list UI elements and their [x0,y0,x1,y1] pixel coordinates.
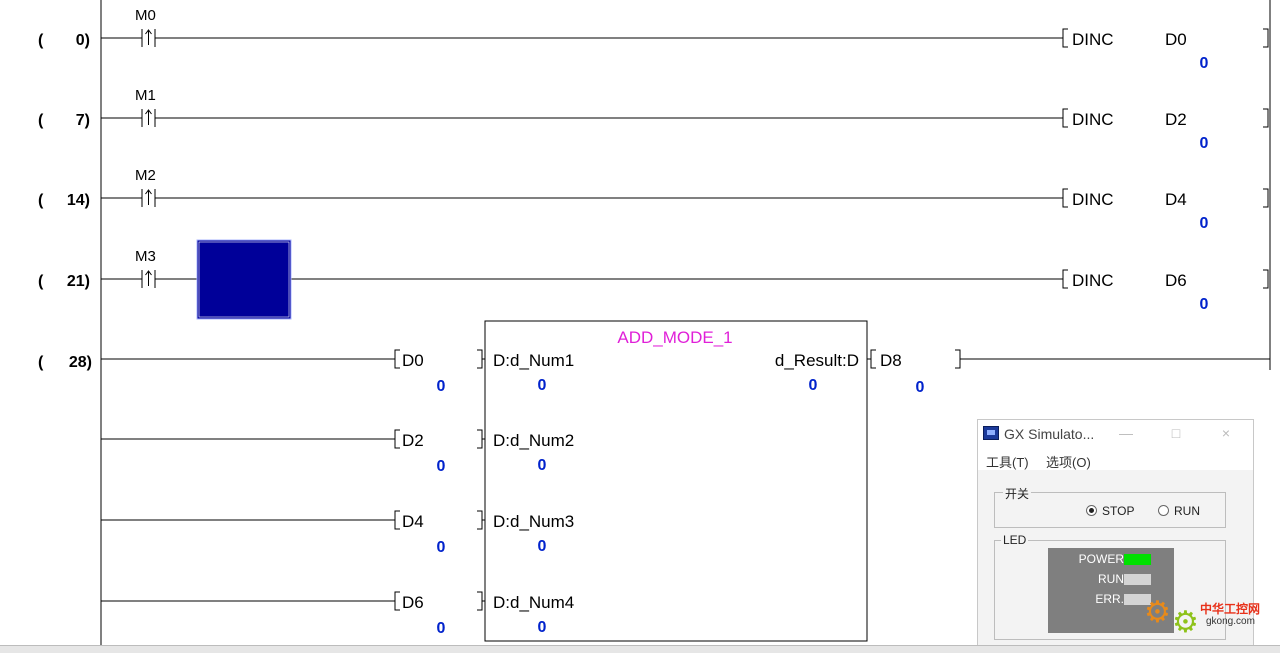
stop-radio[interactable]: STOP [1086,504,1134,518]
simulator-menubar: 工具(T) 选项(O) [978,448,1253,470]
output-value: 0 [916,379,925,396]
contact-label: M2 [135,167,156,184]
simulator-app-icon [983,426,999,440]
watermark: ⚙ ⚙ 中华工控网 gkong.com [1140,592,1270,642]
run-radio-label: RUN [1174,504,1200,518]
led-err-label: ERR. [1095,592,1124,606]
instruction-open-bracket [1062,108,1068,128]
output-device: D8 [880,351,902,370]
function-block[interactable]: ADD_MODE_1 D:d_Num1 0 D:d_Num2 0 D:d_Num… [484,320,868,642]
minimize-button[interactable]: — [1114,423,1138,443]
rising-edge-contact[interactable] [141,189,156,207]
step-open-paren: ( [38,112,44,129]
fb-input-d4[interactable]: D4 0 [394,510,485,556]
device-label: D0 [1165,30,1187,49]
fb-pin-value: 0 [538,377,547,394]
fb-pin-value: 0 [538,457,547,474]
fb-input-d0[interactable]: D0 0 [394,349,485,395]
instruction-label: DINC [1072,30,1114,49]
simulator-titlebar[interactable]: GX Simulato... — □ × [978,420,1253,448]
green-gear-icon: ⚙ [1172,606,1199,639]
menu-tools[interactable]: 工具(T) [986,452,1029,471]
horizontal-scrollbar[interactable] [0,645,1280,653]
stop-radio-indicator[interactable] [1086,505,1097,516]
fb-pin-label: D:d_Num4 [493,593,574,612]
step-open-paren: ( [38,192,44,209]
step-number: 28) [69,354,92,371]
input-device: D4 [402,512,424,531]
watermark-url: gkong.com [1206,616,1255,627]
fb-instance-name: ADD_MODE_1 [617,328,732,347]
rung-14[interactable]: ( 14) M2 DINC D4 0 [38,167,1269,232]
fb-input-d6[interactable]: D6 0 [394,591,485,637]
watermark-text: 中华工控网 [1200,602,1261,616]
step-number: 21) [67,273,90,290]
input-value: 0 [437,458,446,475]
instruction-close-bracket [1263,108,1269,128]
instruction-close-bracket [1263,188,1269,208]
led-group-label: LED [1001,533,1029,547]
fb-pin-label: D:d_Num1 [493,351,574,370]
editor-cursor[interactable] [196,239,292,320]
close-button[interactable]: × [1214,423,1238,443]
input-value: 0 [437,620,446,637]
fb-output-pin-value: 0 [809,377,818,394]
stop-radio-label: STOP [1102,504,1135,518]
led-run-indicator [1124,574,1151,585]
instruction-close-bracket [1263,28,1269,48]
instruction-label: DINC [1072,110,1114,129]
run-radio[interactable]: RUN [1158,504,1200,518]
input-value: 0 [437,378,446,395]
led-power-indicator [1124,554,1151,565]
instruction-label: DINC [1072,190,1114,209]
device-value: 0 [1200,296,1209,313]
step-open-paren: ( [38,354,44,371]
instruction-open-bracket [1062,28,1068,48]
fb-pin-label: D:d_Num2 [493,431,574,450]
instruction-open-bracket [1062,269,1068,289]
step-number: 14) [67,192,90,209]
contact-label: M0 [135,7,156,24]
fb-input-d2[interactable]: D2 0 [394,429,485,475]
device-label: D6 [1165,271,1187,290]
orange-gear-icon: ⚙ [1144,596,1171,629]
led-power-label: POWER [1078,552,1124,566]
instruction-label: DINC [1072,271,1114,290]
fb-output-d8[interactable]: D8 0 [867,349,1270,396]
rising-edge-contact[interactable] [141,270,156,288]
fb-pin-value: 0 [538,619,547,636]
contact-label: M1 [135,87,156,104]
input-value: 0 [437,539,446,556]
step-number: 0) [76,32,90,49]
rung-7[interactable]: ( 7) M1 DINC D2 0 [38,87,1269,152]
step-open-paren: ( [38,32,44,49]
device-value: 0 [1200,55,1209,72]
contact-label: M3 [135,248,156,265]
fb-pin-value: 0 [538,538,547,555]
rising-edge-contact[interactable] [141,109,156,127]
instruction-close-bracket [1263,269,1269,289]
fb-output-pin-label: d_Result:D [775,351,859,370]
step-open-paren: ( [38,273,44,290]
instruction-open-bracket [1062,188,1068,208]
input-device: D6 [402,593,424,612]
maximize-button[interactable]: □ [1164,423,1188,443]
rung-0[interactable]: ( 0) M0 DINC D0 0 [38,7,1269,72]
device-value: 0 [1200,215,1209,232]
device-label: D2 [1165,110,1187,129]
device-value: 0 [1200,135,1209,152]
input-device: D0 [402,351,424,370]
run-radio-indicator[interactable] [1158,505,1169,516]
input-device: D2 [402,431,424,450]
fb-pin-label: D:d_Num3 [493,512,574,531]
device-label: D4 [1165,190,1187,209]
led-run-label: RUN [1098,572,1124,586]
rising-edge-contact[interactable] [141,29,156,47]
step-number: 7) [76,112,90,129]
simulator-title: GX Simulato... [1004,426,1095,442]
switch-group-label: 开关 [1003,485,1032,502]
menu-options[interactable]: 选项(O) [1046,452,1091,471]
